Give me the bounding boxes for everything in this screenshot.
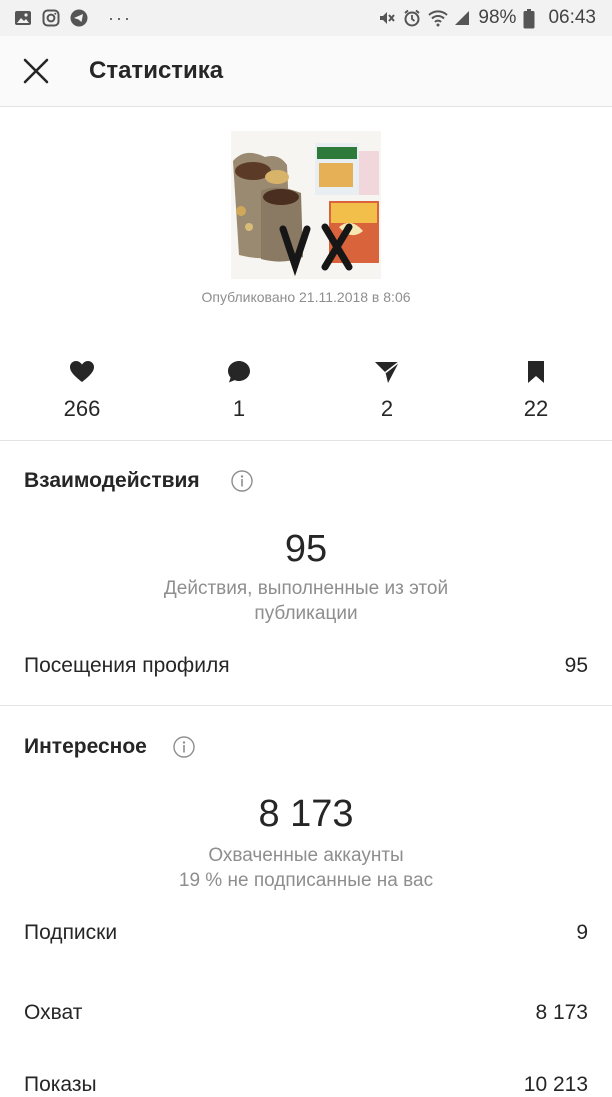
profile-visits-row[interactable]: Посещения профиля 95 bbox=[24, 654, 588, 678]
info-icon[interactable] bbox=[173, 736, 195, 758]
interactions-caption-line-2: публикации bbox=[254, 603, 358, 624]
mute-icon bbox=[378, 9, 396, 27]
clock-time: 06:43 bbox=[548, 7, 596, 28]
alarm-icon bbox=[403, 9, 421, 27]
battery-percent: 98% bbox=[478, 7, 517, 28]
row-value: 10 213 bbox=[523, 1073, 588, 1096]
shares-counter: 2 bbox=[342, 360, 432, 422]
shares-count: 2 bbox=[380, 396, 394, 421]
interactions-caption: Действия, выполненные из этой публикации bbox=[0, 576, 612, 626]
interactions-total: 95 bbox=[284, 528, 328, 570]
interactions-title: Взаимодействия bbox=[24, 469, 200, 492]
interactions-caption-line-1: Действия, выполненные из этой bbox=[163, 578, 449, 599]
reach-row[interactable]: Охват 8 173 bbox=[24, 1001, 588, 1025]
row-label: Подписки bbox=[24, 921, 118, 944]
comment-icon bbox=[228, 361, 250, 383]
divider bbox=[0, 440, 612, 441]
row-label: Показы bbox=[24, 1073, 97, 1096]
post-thumbnail[interactable] bbox=[231, 131, 381, 279]
heart-icon bbox=[70, 361, 94, 382]
discovery-title: Интересное bbox=[24, 735, 147, 758]
row-value: 95 bbox=[564, 654, 588, 677]
status-bar: ··· 98% 06:43 bbox=[0, 0, 612, 36]
post-image bbox=[231, 131, 381, 279]
saves-counter: 22 bbox=[491, 360, 581, 422]
reach-caption: Охваченные аккаунты 19 % не подписанные … bbox=[0, 843, 612, 893]
row-value: 8 173 bbox=[535, 1001, 588, 1024]
reach-caption-line-1: Охваченные аккаунты bbox=[208, 845, 404, 866]
send-icon bbox=[375, 361, 400, 383]
row-value: 9 bbox=[576, 921, 588, 944]
saves-count: 22 bbox=[523, 396, 549, 421]
gallery-icon bbox=[14, 9, 32, 27]
battery-icon bbox=[523, 9, 541, 29]
follows-row[interactable]: Подписки 9 bbox=[24, 921, 588, 945]
row-label: Посещения профиля bbox=[24, 654, 230, 677]
reach-caption-line-2: 19 % не подписанные на вас bbox=[178, 870, 434, 891]
app-header: Статистика bbox=[0, 36, 612, 107]
close-icon bbox=[23, 58, 49, 84]
wifi-icon bbox=[428, 9, 449, 27]
published-date: Опубликовано 21.11.2018 в 8:06 bbox=[201, 289, 411, 305]
impressions-row[interactable]: Показы 10 213 bbox=[24, 1073, 588, 1097]
close-button[interactable] bbox=[21, 56, 51, 86]
more-notifications-icon: ··· bbox=[108, 7, 132, 28]
comments-counter: 1 bbox=[194, 360, 284, 422]
divider bbox=[0, 705, 612, 706]
info-icon[interactable] bbox=[231, 470, 253, 492]
page-title: Статистика bbox=[89, 57, 224, 84]
instagram-icon bbox=[42, 9, 60, 27]
telegram-icon bbox=[70, 9, 88, 27]
comments-count: 1 bbox=[232, 396, 246, 421]
reach-total: 8 173 bbox=[258, 793, 354, 835]
signal-icon bbox=[453, 9, 471, 27]
post-counters: 266 1 2 22 bbox=[0, 360, 612, 430]
likes-count: 266 bbox=[63, 396, 101, 421]
row-label: Охват bbox=[24, 1001, 83, 1024]
bookmark-icon bbox=[528, 361, 544, 383]
likes-counter: 266 bbox=[37, 360, 127, 422]
